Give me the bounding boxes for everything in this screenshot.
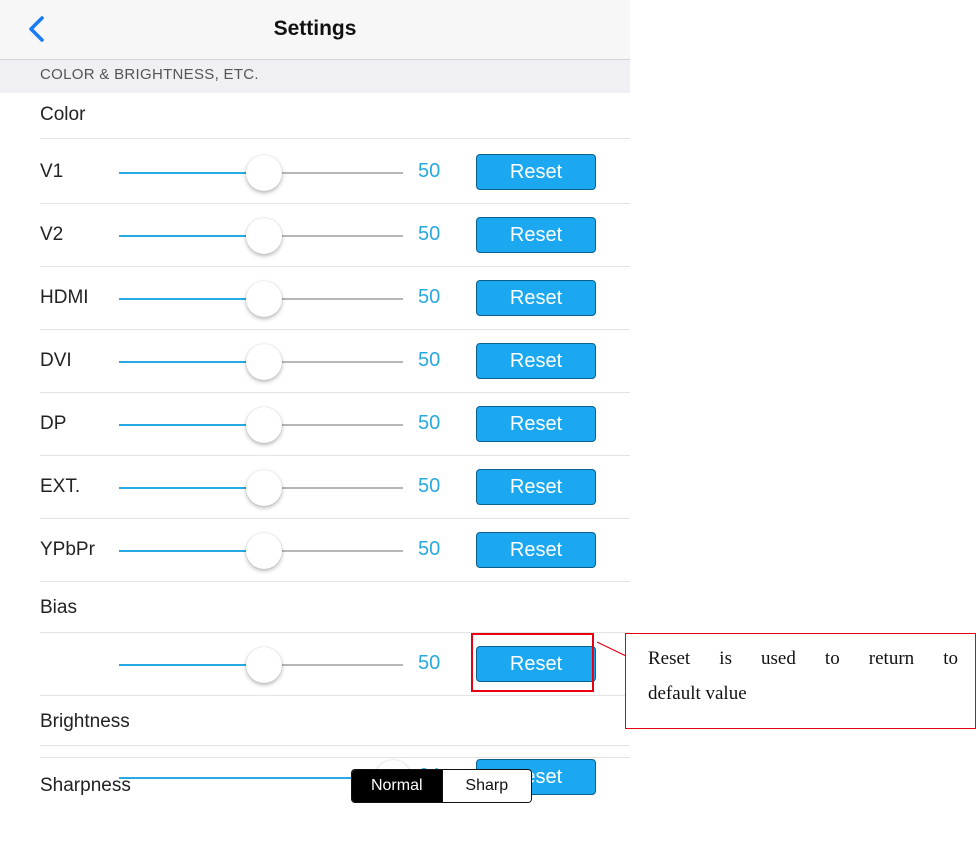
slider-track-filled — [119, 664, 264, 666]
color-row-v1: V1 50 Reset — [0, 141, 630, 204]
slider-track[interactable] — [264, 664, 403, 666]
slider-thumb[interactable] — [246, 647, 282, 683]
color-row-v2: V2 50 Reset — [0, 204, 630, 267]
slider-value: 50 — [418, 652, 441, 674]
slider-track-filled — [119, 424, 264, 426]
section-header: COLOR & BRIGHTNESS, ETC. — [0, 60, 630, 93]
color-row-ypbpr: YPbPr 50 Reset — [0, 519, 630, 582]
slider-track[interactable] — [264, 172, 403, 174]
divider — [40, 138, 630, 139]
slider-track-filled — [119, 235, 264, 237]
slider-track-filled — [119, 550, 264, 552]
row-label: HDMI — [40, 287, 89, 308]
annotation-highlight-box — [471, 633, 594, 692]
divider — [40, 757, 630, 758]
row-label: DP — [40, 413, 67, 434]
slider-value: 50 — [418, 412, 441, 434]
reset-button[interactable]: Reset — [476, 343, 596, 379]
slider-thumb[interactable] — [246, 344, 282, 380]
segment-sharp[interactable]: Sharp — [441, 770, 531, 802]
divider — [40, 581, 630, 582]
slider-track[interactable] — [264, 361, 403, 363]
annotation-leader-line — [596, 641, 627, 657]
slider-thumb[interactable] — [246, 407, 282, 443]
row-label: DVI — [40, 350, 72, 371]
row-label: EXT. — [40, 476, 81, 497]
navigation-bar: Settings — [0, 0, 630, 60]
color-group-label: Color — [40, 104, 86, 125]
sharpness-label: Sharpness — [40, 775, 131, 796]
row-label: V2 — [40, 224, 64, 245]
reset-button[interactable]: Reset — [476, 469, 596, 505]
section-header-label: COLOR & BRIGHTNESS, ETC. — [40, 66, 259, 83]
slider-track[interactable] — [264, 487, 403, 489]
slider-track-filled — [119, 361, 264, 363]
slider-value: 50 — [418, 538, 441, 560]
sharpness-segmented-control: Normal Sharp — [351, 769, 532, 803]
slider-track-filled — [119, 298, 264, 300]
reset-button[interactable]: Reset — [476, 154, 596, 190]
slider-thumb[interactable] — [246, 218, 282, 254]
color-row-dvi: DVI 50 Reset — [0, 330, 630, 393]
segment-normal[interactable]: Normal — [352, 770, 442, 802]
slider-value: 50 — [418, 286, 441, 308]
annotation-text-line1: Reset is used to return to — [648, 648, 958, 669]
slider-track-filled — [119, 487, 264, 489]
slider-track[interactable] — [264, 235, 403, 237]
color-row-hdmi: HDMI 50 Reset — [0, 267, 630, 330]
divider — [40, 695, 630, 696]
slider-value: 50 — [418, 349, 441, 371]
slider-thumb[interactable] — [246, 533, 282, 569]
row-label: V1 — [40, 161, 64, 182]
color-row-dp: DP 50 Reset — [0, 393, 630, 456]
slider-track[interactable] — [264, 298, 403, 300]
color-row-ext: EXT. 50 Reset — [0, 456, 630, 519]
slider-value: 50 — [418, 160, 441, 182]
reset-button[interactable]: Reset — [476, 532, 596, 568]
row-label: YPbPr — [40, 539, 95, 560]
slider-value: 50 — [418, 223, 441, 245]
settings-screen: Settings COLOR & BRIGHTNESS, ETC. Color … — [0, 0, 630, 859]
slider-thumb[interactable] — [246, 470, 282, 506]
page-title: Settings — [273, 17, 357, 40]
reset-button[interactable]: Reset — [476, 280, 596, 316]
slider-thumb[interactable] — [246, 281, 282, 317]
slider-track[interactable] — [264, 550, 403, 552]
slider-value: 50 — [418, 475, 441, 497]
annotation-text-line2: default value — [648, 683, 747, 704]
reset-button[interactable]: Reset — [476, 217, 596, 253]
bias-group-label: Bias — [40, 597, 77, 618]
slider-track[interactable] — [264, 424, 403, 426]
brightness-group-label: Brightness — [40, 711, 130, 732]
annotation-callout: Reset is used to return to default value — [625, 633, 976, 729]
slider-track-filled — [119, 172, 264, 174]
reset-button[interactable]: Reset — [476, 406, 596, 442]
slider-thumb[interactable] — [246, 155, 282, 191]
